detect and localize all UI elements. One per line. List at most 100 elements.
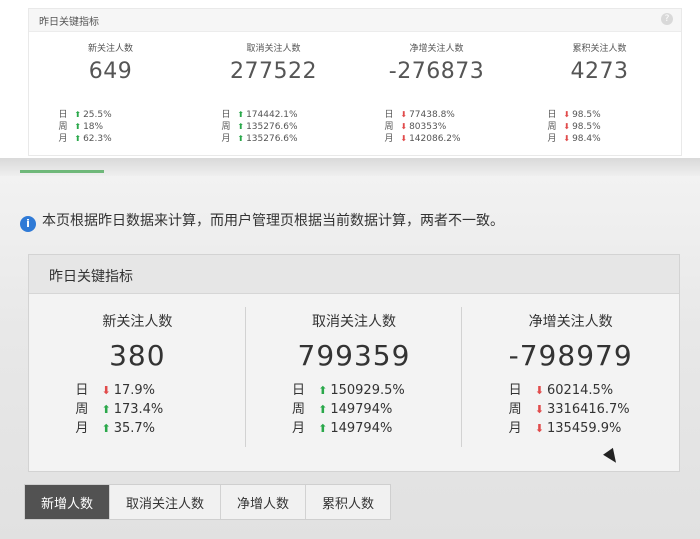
period-label: 月 bbox=[58, 134, 68, 144]
metric-label: 累积关注人数 bbox=[572, 44, 627, 54]
metric-changes: 日 ⬆ 25.5% 周 ⬆ 18% 月 ⬆ 62.3% bbox=[59, 109, 112, 145]
change-row-week: 周 ⬇ 3316416.7% bbox=[509, 400, 630, 419]
arrow-up-icon: ⬆ bbox=[318, 403, 328, 416]
change-row-day: 日 ⬆ 174442.1% bbox=[222, 109, 298, 121]
period-label: 日 bbox=[384, 110, 394, 120]
period-label: 日 bbox=[58, 110, 68, 120]
period-label: 日 bbox=[291, 383, 305, 398]
change-value: 62.3% bbox=[83, 134, 112, 144]
change-row-month: 月 ⬇ 98.4% bbox=[548, 133, 601, 145]
change-value: 35.7% bbox=[113, 421, 155, 436]
metric-value: 799359 bbox=[297, 339, 411, 372]
top-metric-net-follow: 净增关注人数 -276873 日 ⬇ 77438.8% 周 ⬇ 80353% 月 ⬇… bbox=[355, 39, 518, 151]
change-value: 173.4% bbox=[113, 402, 164, 417]
arrow-down-icon: ⬇ bbox=[400, 110, 408, 119]
change-value: 135459.9% bbox=[547, 421, 622, 436]
change-row-week: 周 ⬆ 18% bbox=[59, 121, 112, 133]
arrow-up-icon: ⬆ bbox=[74, 110, 82, 119]
change-value: 135276.6% bbox=[246, 134, 298, 144]
top-card-header: 昨日关键指标 ? bbox=[29, 9, 681, 32]
period-label: 日 bbox=[547, 110, 557, 120]
change-row-day: 日 ⬇ 60214.5% bbox=[509, 381, 630, 400]
photo-key-metrics-card: 昨日关键指标 新关注人数 380 日 ⬇17.9% 周 ⬆173.4% 月 bbox=[28, 254, 680, 472]
notice-text: 本页根据昨日数据来计算，而用户管理页根据当前数据计算，两者不一致。 bbox=[42, 213, 504, 229]
change-value: 25.5% bbox=[83, 110, 112, 120]
photo-top-strip bbox=[0, 158, 700, 176]
arrow-up-icon: ⬆ bbox=[318, 384, 328, 397]
change-row-month: 月 ⬇ 135459.9% bbox=[509, 419, 630, 438]
change-value: 3316416.7% bbox=[547, 402, 630, 417]
metric-label: 净增关注人数 bbox=[409, 44, 464, 54]
tab-total-users[interactable]: 累积人数 bbox=[306, 485, 390, 519]
photo-metrics-row: 新关注人数 380 日 ⬇17.9% 周 ⬆173.4% 月 ⬆35.7% bbox=[29, 293, 679, 471]
top-metric-unfollow: 取消关注人数 277522 日 ⬆ 174442.1% 周 ⬆ 135276.6% … bbox=[192, 39, 355, 151]
metric-changes: 日 ⬇ 60214.5% 周 ⬇ 3316416.7% 月 ⬇ 135459.9% bbox=[509, 381, 630, 438]
metric-label: 新关注人数 bbox=[102, 314, 173, 330]
change-row-month: 月 ⬆ 62.3% bbox=[59, 133, 112, 145]
period-label: 月 bbox=[291, 421, 305, 436]
period-label: 周 bbox=[291, 402, 305, 417]
metric-label: 取消关注人数 bbox=[311, 314, 396, 330]
period-label: 月 bbox=[75, 421, 89, 436]
metric-label: 净增关注人数 bbox=[528, 314, 613, 330]
change-value: 150929.5% bbox=[330, 383, 405, 398]
top-card-title: 昨日关键指标 bbox=[39, 17, 99, 28]
arrow-down-icon: ⬇ bbox=[534, 384, 544, 397]
period-label: 周 bbox=[547, 122, 557, 132]
change-row-month: 月 ⬆ 149794% bbox=[292, 419, 405, 438]
change-value: 174442.1% bbox=[246, 110, 298, 120]
change-row-month: 月 ⬇ 142086.2% bbox=[385, 133, 461, 145]
change-value: 60214.5% bbox=[547, 383, 614, 398]
info-icon: i bbox=[20, 216, 36, 232]
period-label: 日 bbox=[508, 383, 522, 398]
photo-metric-unfollow: 取消关注人数 799359 日 ⬆ 150929.5% 周 ⬆ 149794% 月 … bbox=[246, 293, 463, 471]
arrow-up-icon: ⬆ bbox=[101, 422, 111, 435]
change-row-week: 周 ⬆ 149794% bbox=[292, 400, 405, 419]
period-label: 周 bbox=[221, 122, 231, 132]
help-icon[interactable]: ? bbox=[661, 13, 673, 25]
change-row-month: 月 ⬆ 135276.6% bbox=[222, 133, 298, 145]
metric-value: 649 bbox=[88, 59, 133, 84]
change-value: 98.5% bbox=[572, 110, 601, 120]
change-value: 77438.8% bbox=[409, 110, 455, 120]
arrow-down-icon: ⬇ bbox=[534, 403, 544, 416]
change-row-day: 日 ⬇ 17.9% bbox=[75, 381, 163, 400]
tab-net-users[interactable]: 净增人数 bbox=[221, 485, 307, 519]
arrow-up-icon: ⬆ bbox=[237, 122, 245, 131]
metric-changes: 日 ⬆ 150929.5% 周 ⬆ 149794% 月 ⬆ 149794% bbox=[292, 381, 405, 438]
change-row-day: 日 ⬇ 77438.8% bbox=[385, 109, 461, 121]
metric-value: 380 bbox=[109, 339, 166, 372]
change-value: 149794% bbox=[330, 421, 393, 436]
change-value: 98.4% bbox=[572, 134, 601, 144]
period-label: 周 bbox=[75, 402, 89, 417]
arrow-down-icon: ⬇ bbox=[563, 134, 571, 143]
period-label: 月 bbox=[384, 134, 394, 144]
metric-label: 新关注人数 bbox=[87, 44, 133, 54]
change-row-month: 月 ⬆ 35.7% bbox=[75, 419, 163, 438]
change-value: 142086.2% bbox=[409, 134, 461, 144]
metric-changes: 日 ⬇ 98.5% 周 ⬇ 98.5% 月 ⬇ 98.4% bbox=[548, 109, 601, 145]
photo-screen-panel: i 本页根据昨日数据来计算，而用户管理页根据当前数据计算，两者不一致。 昨日关键指… bbox=[0, 158, 700, 539]
change-row-week: 周 ⬇ 80353% bbox=[385, 121, 461, 133]
arrow-down-icon: ⬇ bbox=[400, 134, 408, 143]
period-label: 周 bbox=[384, 122, 394, 132]
change-row-day: 日 ⬆ 150929.5% bbox=[292, 381, 405, 400]
metric-changes: 日 ⬇ 77438.8% 周 ⬇ 80353% 月 ⬇ 142086.2% bbox=[385, 109, 461, 145]
arrow-up-icon: ⬆ bbox=[101, 403, 111, 416]
arrow-up-icon: ⬆ bbox=[237, 134, 245, 143]
metric-label: 取消关注人数 bbox=[246, 44, 301, 54]
tab-unfollow-users[interactable]: 取消关注人数 bbox=[110, 485, 222, 519]
arrow-down-icon: ⬇ bbox=[534, 422, 544, 435]
change-row-day: 日 ⬇ 98.5% bbox=[548, 109, 601, 121]
photo-card-title: 昨日关键指标 bbox=[49, 269, 133, 285]
arrow-down-icon: ⬇ bbox=[563, 110, 571, 119]
metric-changes: 日 ⬆ 174442.1% 周 ⬆ 135276.6% 月 ⬆ 135276.6% bbox=[222, 109, 298, 145]
metric-value: 277522 bbox=[230, 59, 317, 84]
arrow-down-icon: ⬇ bbox=[101, 384, 111, 397]
top-screenshot-panel: 昨日关键指标 ? 新关注人数 649 日 ⬆ 25.5% 周 ⬆ 18% 月 ⬆… bbox=[0, 0, 700, 158]
tab-new-users[interactable]: 新增人数 bbox=[25, 485, 111, 519]
info-notice: i 本页根据昨日数据来计算，而用户管理页根据当前数据计算，两者不一致。 bbox=[20, 210, 504, 232]
active-tab-indicator bbox=[20, 170, 104, 173]
period-label: 月 bbox=[221, 134, 231, 144]
metric-value: -798979 bbox=[508, 339, 633, 372]
